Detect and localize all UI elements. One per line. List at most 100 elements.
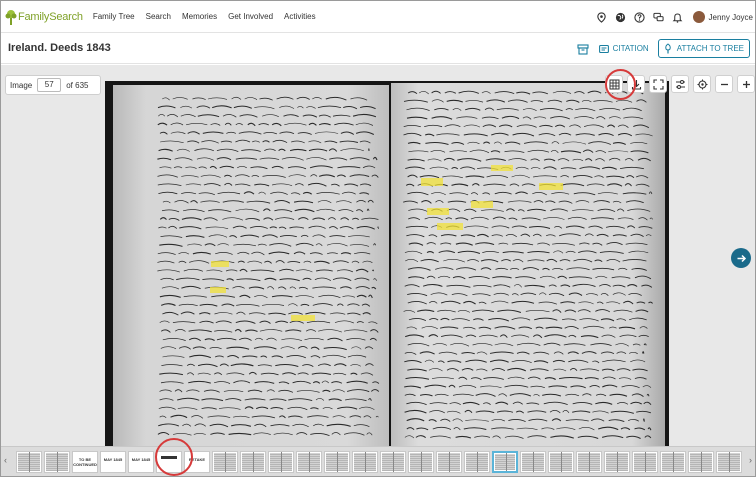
filmstrip-thumbnail[interactable] xyxy=(436,451,462,473)
filmstrip-thumbnail[interactable] xyxy=(464,451,490,473)
next-image-button[interactable] xyxy=(731,248,751,268)
thumbnail-gutter xyxy=(617,452,618,472)
image-total: of 635 xyxy=(66,80,89,90)
record-title-bar: Ireland. Deeds 1843 CITATION ATTACH TO T… xyxy=(1,34,755,64)
right-page-scan xyxy=(391,83,665,446)
thumbnail-gutter xyxy=(281,452,282,472)
filmstrip-thumbnail[interactable]: TO BE CONTINUED xyxy=(72,451,98,473)
location-pin-icon[interactable] xyxy=(596,11,607,23)
highlighted-name-mark xyxy=(539,183,563,190)
highlighted-name-mark xyxy=(491,165,513,171)
filmstrip-thumbnail[interactable] xyxy=(492,451,518,473)
zoom-in-button[interactable] xyxy=(737,75,755,93)
tree-icon xyxy=(664,43,671,54)
grid-button-highlight-circle xyxy=(605,69,636,100)
thumbnail-label: TO BE CONTINUED xyxy=(73,457,97,467)
target-icon xyxy=(697,79,707,89)
image-viewer: Image 57 of 635 xyxy=(1,65,755,446)
highlighted-name-mark xyxy=(437,223,463,230)
record-actions: CITATION ATTACH TO TREE xyxy=(577,39,750,58)
citation-button[interactable]: CITATION xyxy=(598,44,649,54)
familysearch-logo[interactable]: FamilySearch xyxy=(5,1,83,33)
attach-label: ATTACH TO TREE xyxy=(676,44,744,53)
sliders-icon xyxy=(675,79,685,89)
messages-icon[interactable] xyxy=(652,12,664,23)
thumbnail-scan xyxy=(495,454,515,470)
highlighted-name-mark xyxy=(211,261,229,267)
filmstrip-thumbnail[interactable] xyxy=(408,451,434,473)
filmstrip-thumbnail[interactable] xyxy=(240,451,266,473)
right-page-handwriting xyxy=(403,90,653,439)
filmstrip-thumbnail[interactable] xyxy=(212,451,238,473)
nav-activities[interactable]: Activities xyxy=(284,12,316,21)
thumbnail-gutter xyxy=(729,452,730,472)
thumbnail-gutter xyxy=(533,452,534,472)
thumbnail-gutter xyxy=(561,452,562,472)
thumbnail-gutter xyxy=(449,452,450,472)
document-image[interactable] xyxy=(105,81,669,446)
avatar[interactable] xyxy=(692,11,705,23)
logo-text: FamilySearch xyxy=(18,10,83,23)
notifications-bell-icon[interactable] xyxy=(672,12,683,23)
filmstrip-thumbnail[interactable] xyxy=(604,451,630,473)
filmstrip-thumbnail[interactable] xyxy=(688,451,714,473)
thumbnail-label: MAY 1845 xyxy=(103,457,123,462)
archive-box-icon[interactable] xyxy=(577,43,589,55)
left-page-scan xyxy=(113,85,389,446)
arrow-right-icon xyxy=(737,254,746,262)
thumbnail-gutter xyxy=(337,452,338,472)
highlighted-name-mark xyxy=(291,315,315,321)
left-page-handwriting xyxy=(157,96,380,437)
filmstrip-thumbnail[interactable] xyxy=(660,451,686,473)
nav-memories[interactable]: Memories xyxy=(182,12,217,21)
main-nav: Family Tree Search Memories Get Involved… xyxy=(93,12,327,21)
attach-to-tree-button[interactable]: ATTACH TO TREE xyxy=(657,39,750,58)
zoom-out-button[interactable] xyxy=(715,75,733,93)
thumbnail-gutter xyxy=(477,452,478,472)
filmstrip-thumbnail[interactable] xyxy=(16,451,42,473)
filmstrip-thumbnail[interactable] xyxy=(632,451,658,473)
fullscreen-button[interactable] xyxy=(649,75,667,93)
filmstrip-next-icon[interactable]: › xyxy=(749,455,752,465)
adjust-image-button[interactable] xyxy=(671,75,689,93)
highlighted-name-mark xyxy=(421,178,443,186)
app-window: FamilySearch Family Tree Search Memories… xyxy=(0,0,756,477)
tree-logo-icon xyxy=(5,9,17,25)
image-label: Image xyxy=(10,80,33,90)
thumbnail-filmstrip: ‹ › TO BE CONTINUED MAY 1845 MAY 1845 RETAK… xyxy=(1,446,755,476)
filmstrip-thumbnail[interactable] xyxy=(44,451,70,473)
highlighted-name-mark xyxy=(471,201,493,208)
help-icon[interactable] xyxy=(633,11,645,23)
nav-get-involved[interactable]: Get Involved xyxy=(228,12,273,21)
thumbnail-gutter xyxy=(309,452,310,472)
top-nav: FamilySearch Family Tree Search Memories… xyxy=(1,1,755,33)
plus-icon xyxy=(742,80,750,88)
filmstrip-thumbnail[interactable]: MAY 1845 xyxy=(100,451,126,473)
image-number-input[interactable]: 57 xyxy=(37,78,62,92)
filmstrip-thumbnail[interactable] xyxy=(716,451,742,473)
thumbnail-gutter xyxy=(253,452,254,472)
center-image-button[interactable] xyxy=(693,75,711,93)
filmstrip-thumbnail[interactable]: MAY 1845 xyxy=(128,451,154,473)
user-name[interactable]: Jenny Joyce xyxy=(709,13,753,22)
minus-icon xyxy=(720,83,728,85)
filmstrip-thumbnail[interactable] xyxy=(296,451,322,473)
thumbnail-gutter xyxy=(673,452,674,472)
filmstrip-thumbnail[interactable] xyxy=(380,451,406,473)
filmstrip-prev-icon[interactable]: ‹ xyxy=(4,455,7,465)
page-title: Ireland. Deeds 1843 xyxy=(8,42,111,54)
thumbnail-gutter xyxy=(365,452,366,472)
nav-family-tree[interactable]: Family Tree xyxy=(93,12,135,21)
filmstrip-thumbnail[interactable] xyxy=(520,451,546,473)
globe-icon[interactable] xyxy=(615,12,626,23)
citation-icon xyxy=(598,44,609,53)
filmstrip-thumbnail[interactable] xyxy=(548,451,574,473)
citation-label: CITATION xyxy=(612,44,649,53)
filmstrip-thumbnail[interactable] xyxy=(576,451,602,473)
nav-search[interactable]: Search xyxy=(146,12,171,21)
filmstrip-thumbnail[interactable] xyxy=(268,451,294,473)
filmstrip-thumbnail[interactable] xyxy=(352,451,378,473)
thumbnail-highlight-circle xyxy=(155,438,193,476)
filmstrip-thumbnail[interactable] xyxy=(324,451,350,473)
thumbnail-gutter xyxy=(225,452,226,472)
